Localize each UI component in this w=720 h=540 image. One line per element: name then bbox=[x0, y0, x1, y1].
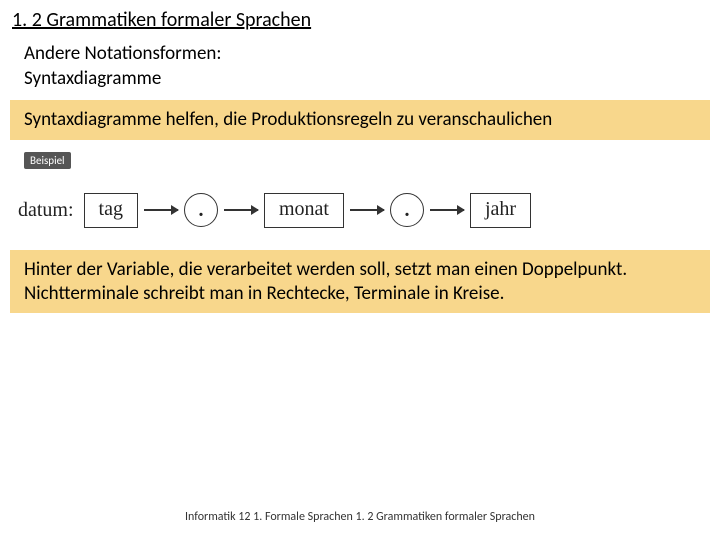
nonterminal-monat: monat bbox=[264, 193, 344, 228]
slide-footer: Informatik 12 1. Formale Sprachen 1. 2 G… bbox=[0, 510, 720, 524]
info-box-2-line-1: Hinter der Variable, die verarbeitet wer… bbox=[24, 258, 696, 282]
info-box-2: Hinter der Variable, die verarbeitet wer… bbox=[10, 250, 710, 314]
section-title: 1. 2 Grammatiken formaler Sprachen bbox=[0, 0, 720, 38]
terminal-dot-2: . bbox=[390, 193, 424, 227]
info-box-1: Syntaxdiagramme helfen, die Produktionsr… bbox=[10, 100, 710, 140]
diagram-label: datum: bbox=[18, 199, 78, 222]
nonterminal-tag: tag bbox=[84, 193, 138, 228]
subtitle-line-2: Syntaxdiagramme bbox=[0, 67, 720, 100]
syntax-diagram: datum: tag . monat . jahr bbox=[0, 175, 720, 250]
info-box-2-line-2: Nichtterminale schreibt man in Rechtecke… bbox=[24, 282, 696, 306]
arrow-icon bbox=[430, 209, 464, 211]
terminal-dot-1: . bbox=[184, 193, 218, 227]
arrow-icon bbox=[144, 209, 178, 211]
arrow-icon bbox=[350, 209, 384, 211]
example-badge: Beispiel bbox=[24, 152, 71, 169]
arrow-icon bbox=[224, 209, 258, 211]
subtitle-line-1: Andere Notationsformen: bbox=[0, 38, 720, 67]
nonterminal-jahr: jahr bbox=[470, 193, 531, 228]
